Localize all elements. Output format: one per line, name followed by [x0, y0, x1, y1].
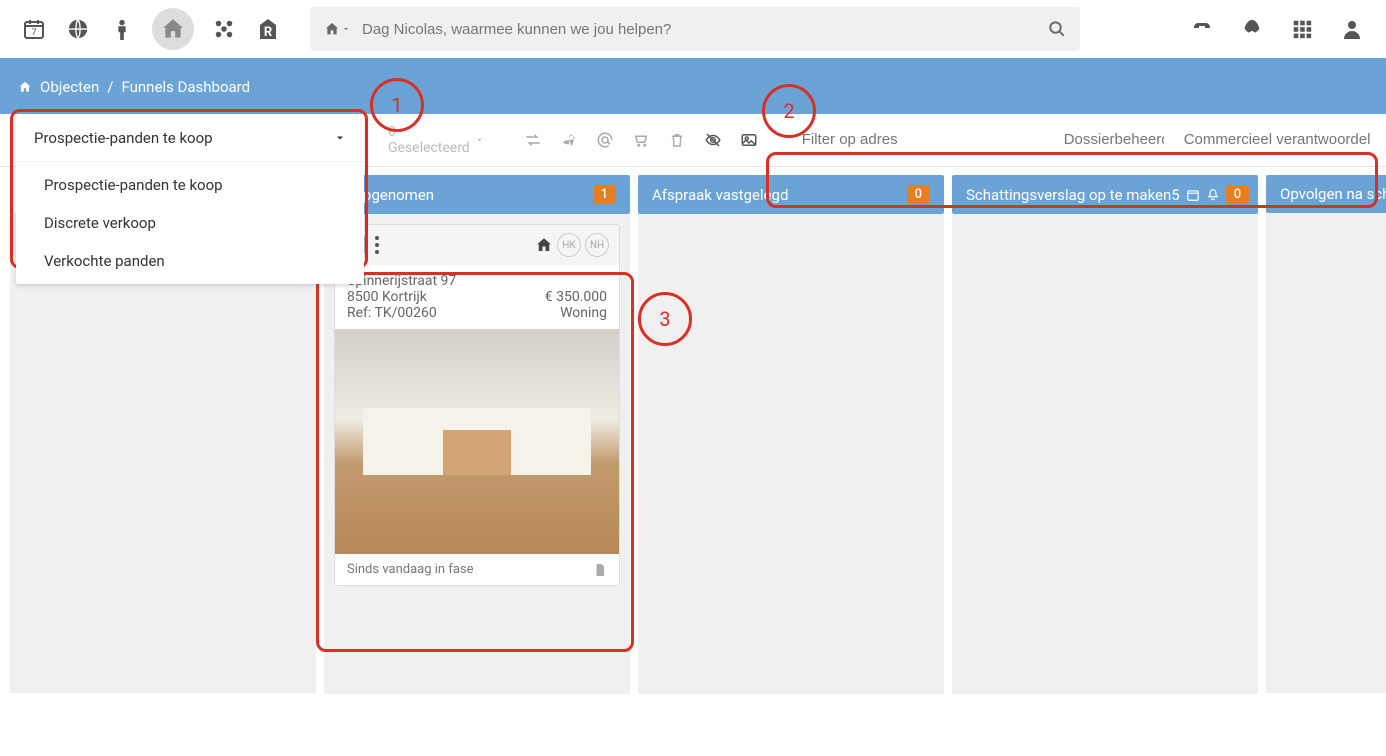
bell-icon [1206, 188, 1220, 202]
calendar-small-icon [1186, 188, 1200, 202]
chevron-down-icon [334, 132, 346, 144]
kanban-column-body [10, 213, 316, 693]
kanban-column-title: Schattingsverslag op te maken [966, 186, 1171, 204]
filter-commercial-input[interactable] [1180, 125, 1374, 155]
eye-off-icon[interactable] [704, 131, 722, 149]
kanban-column-body [1266, 213, 1386, 693]
phone-icon[interactable] [1188, 15, 1216, 43]
filter-address-input[interactable] [798, 125, 1048, 155]
kanban-column-body [952, 214, 1258, 694]
kanban-column-title: Opvolgen na scha [1280, 185, 1386, 203]
swap-icon[interactable] [524, 131, 542, 149]
kanban-column-count: 1 [593, 185, 616, 204]
funnel-filter-option[interactable]: Prospectie-panden te koop [16, 166, 364, 204]
breadcrumb-home-icon [18, 80, 32, 94]
apps-grid-icon[interactable] [1288, 15, 1316, 43]
card-ref: Ref: TK/00260 [347, 305, 437, 321]
image-icon[interactable] [740, 131, 758, 149]
document-icon[interactable] [593, 563, 607, 577]
kanban-column-extra-count: 5 [1171, 186, 1179, 204]
kanban-column-count: 0 [907, 185, 930, 204]
kanban-column-header: ct opgenomen 1 [324, 175, 630, 214]
funnel-filter-option[interactable]: Discrete verkoop [16, 204, 364, 242]
kanban-column-header: Afspraak vastgelegd 0 [638, 175, 944, 214]
global-search-bar[interactable] [310, 7, 1080, 51]
funnel-filter-selected-value: Prospectie-panden te koop [34, 129, 213, 147]
avatar[interactable]: HK [557, 233, 581, 257]
funnel-filter-option[interactable]: Verkochte panden [16, 242, 364, 280]
card-property-image [335, 329, 619, 554]
kanban-column-header: Schattingsverslag op te maken 5 0 [952, 175, 1258, 214]
svg-text:7: 7 [31, 28, 36, 38]
card-type: Woning [560, 305, 607, 321]
calendar-icon[interactable]: 7 [20, 15, 48, 43]
search-context-home-icon[interactable] [324, 21, 350, 37]
fan-icon[interactable] [560, 131, 578, 149]
cart-icon[interactable] [632, 131, 650, 149]
kanban-column-body: HK NH Spinnerijstraat 97 8500 Kortrijk €… [324, 214, 630, 694]
card-footer-text: Sinds vandaag in fase [347, 562, 474, 577]
more-dots-icon[interactable] [375, 236, 379, 254]
at-icon[interactable] [596, 131, 614, 149]
kanban-column-header: Opvolgen na scha [1266, 175, 1386, 213]
kanban-column-count: 0 [1226, 185, 1249, 204]
kanban-column-body [638, 214, 944, 694]
breadcrumb-separator: / [107, 78, 113, 96]
property-card[interactable]: HK NH Spinnerijstraat 97 8500 Kortrijk €… [334, 224, 620, 586]
breadcrumb-link-objecten[interactable]: Objecten [40, 78, 99, 96]
funnel-filter-select[interactable]: Prospectie-panden te koop [16, 115, 364, 162]
user-icon[interactable] [1338, 15, 1366, 43]
globe-icon[interactable] [64, 15, 92, 43]
network-icon[interactable] [210, 15, 238, 43]
svg-text:R: R [264, 25, 273, 40]
annotation-marker-1: 1 [370, 78, 424, 132]
filter-dossier-input[interactable] [1060, 125, 1168, 155]
home-icon[interactable] [152, 8, 194, 50]
rocket-icon[interactable] [1238, 15, 1266, 43]
funnel-filter-dropdown: Prospectie-panden te koop Discrete verko… [16, 162, 364, 284]
breadcrumb-current: Funnels Dashboard [122, 78, 251, 96]
card-address-line2: 8500 Kortrijk [347, 289, 427, 305]
annotation-marker-2: 2 [762, 84, 816, 138]
avatar[interactable]: NH [585, 233, 609, 257]
annotation-marker-3: 3 [638, 292, 692, 346]
card-price: € 350.000 [545, 289, 607, 305]
r-logo-icon[interactable]: R [254, 15, 282, 43]
home-icon [535, 236, 553, 254]
trash-icon[interactable] [668, 131, 686, 149]
global-search-input[interactable] [362, 21, 1048, 38]
kanban-column-title: Afspraak vastgelegd [652, 186, 788, 204]
person-icon[interactable] [108, 15, 136, 43]
search-icon[interactable] [1048, 20, 1066, 38]
chevron-down-icon [475, 135, 484, 145]
breadcrumb: Objecten / Funnels Dashboard [18, 78, 1368, 96]
